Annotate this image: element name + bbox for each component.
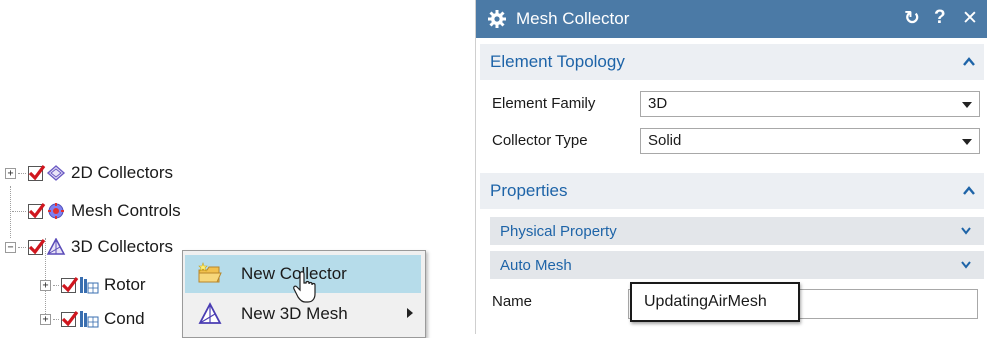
tree-item-rotor[interactable]: + Rotor bbox=[40, 270, 146, 300]
expand-caret-icon[interactable] bbox=[960, 225, 972, 237]
help-icon[interactable]: ? bbox=[934, 7, 946, 29]
3d-collector-icon bbox=[46, 238, 66, 255]
tree-item-label: 3D Collectors bbox=[71, 237, 174, 256]
expand-icon[interactable]: + bbox=[5, 167, 16, 179]
dialog-titlebar: Mesh Collector ↻ ? ✕ bbox=[476, 0, 987, 38]
name-label: Name bbox=[492, 293, 533, 310]
expand-icon[interactable]: + bbox=[40, 313, 51, 325]
collector-type-label: Collector Type bbox=[492, 132, 588, 149]
menu-item-label: New 3D Mesh bbox=[241, 304, 348, 323]
tree-item-2d-collectors[interactable]: + 2D Collectors bbox=[5, 158, 173, 188]
mesh-collector-dialog: Mesh Collector ↻ ? ✕ Element Topology El… bbox=[475, 0, 987, 334]
tree-item-label: 2D Collectors bbox=[71, 163, 174, 182]
visibility-checkbox[interactable] bbox=[28, 164, 46, 181]
dropdown-arrow-icon bbox=[962, 102, 972, 108]
dropdown-arrow-icon bbox=[962, 139, 972, 145]
element-family-label: Element Family bbox=[492, 95, 596, 112]
element-family-select[interactable]: 3D bbox=[640, 91, 980, 117]
tree-item-cond[interactable]: + Cond bbox=[40, 304, 145, 334]
visibility-checkbox[interactable] bbox=[61, 310, 79, 327]
section-element-topology[interactable]: Element Topology bbox=[480, 44, 984, 80]
new-collector-icon bbox=[198, 262, 222, 283]
tree-item-label: Cond bbox=[104, 309, 145, 328]
section-title: Properties bbox=[490, 181, 568, 200]
section-properties[interactable]: Properties bbox=[480, 173, 984, 209]
mesh-collector-icon bbox=[80, 277, 99, 294]
gear-icon bbox=[488, 10, 506, 28]
section-title: Element Topology bbox=[490, 52, 625, 71]
mesh-controls-icon bbox=[48, 203, 64, 219]
select-value: 3D bbox=[648, 95, 668, 112]
mouse-cursor-icon bbox=[293, 271, 316, 303]
collapse-caret-icon[interactable] bbox=[962, 54, 976, 68]
collapse-caret-icon[interactable] bbox=[962, 183, 976, 197]
select-value: Solid bbox=[648, 132, 682, 149]
reset-icon[interactable]: ↻ bbox=[904, 7, 920, 30]
2d-collector-icon bbox=[46, 165, 66, 181]
name-value-callout[interactable]: UpdatingAirMesh bbox=[630, 282, 800, 322]
subsection-auto-mesh[interactable]: Auto Mesh bbox=[490, 250, 984, 279]
subsection-title: Physical Property bbox=[500, 222, 617, 240]
collapse-icon[interactable]: − bbox=[5, 241, 16, 253]
tree-item-mesh-controls[interactable]: Mesh Controls bbox=[12, 196, 181, 226]
dialog-title: Mesh Collector bbox=[516, 9, 630, 28]
mesh-3d-icon bbox=[198, 302, 222, 324]
submenu-arrow-icon bbox=[407, 308, 413, 318]
mesh-collector-icon bbox=[80, 311, 99, 328]
visibility-checkbox[interactable] bbox=[28, 202, 46, 219]
subsection-title: Auto Mesh bbox=[500, 256, 572, 274]
visibility-checkbox[interactable] bbox=[28, 238, 46, 255]
tree-item-label: Rotor bbox=[104, 275, 146, 294]
collector-type-select[interactable]: Solid bbox=[640, 128, 980, 154]
tree-item-label: Mesh Controls bbox=[71, 201, 181, 220]
visibility-checkbox[interactable] bbox=[61, 276, 79, 293]
subsection-physical-property[interactable]: Physical Property bbox=[490, 216, 984, 245]
expand-caret-icon[interactable] bbox=[960, 259, 972, 271]
tree-item-3d-collectors[interactable]: − 3D Collectors bbox=[5, 232, 173, 262]
expand-icon[interactable]: + bbox=[40, 279, 51, 291]
close-icon[interactable]: ✕ bbox=[962, 7, 978, 30]
